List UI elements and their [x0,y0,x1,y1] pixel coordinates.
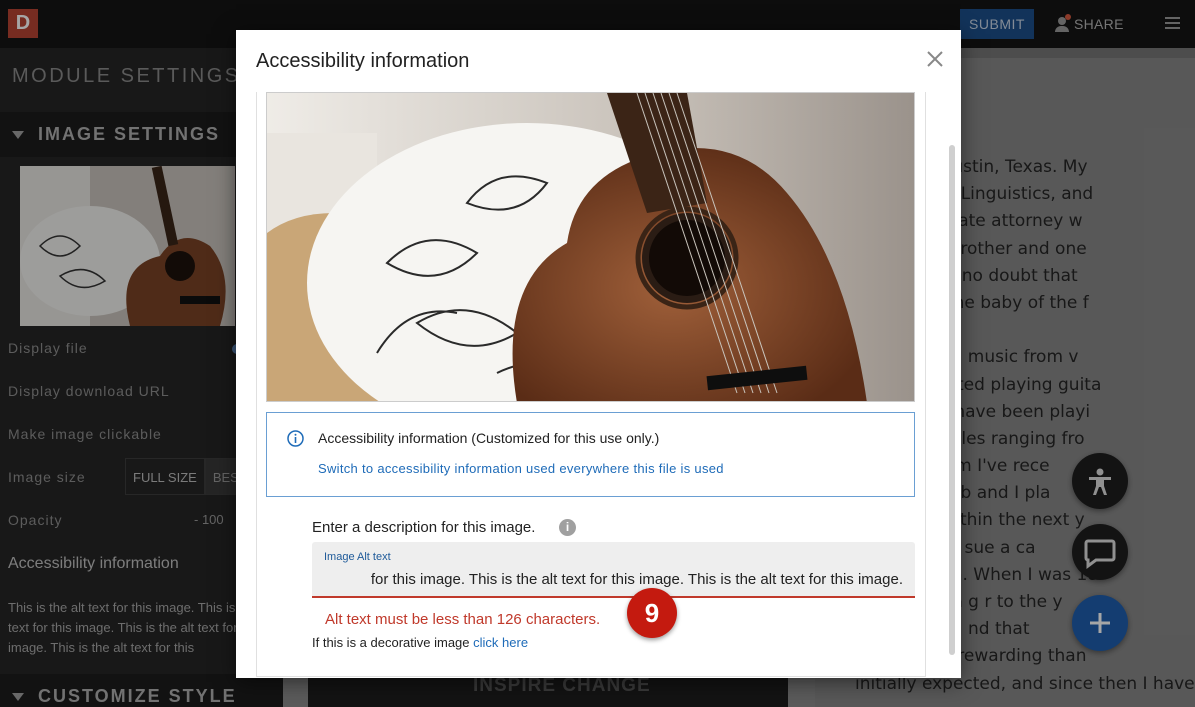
help-icon[interactable]: i [559,519,576,536]
step-badge: 9 [627,588,677,638]
close-icon[interactable] [924,48,946,70]
info-banner: Accessibility information (Customized fo… [266,412,915,497]
accessibility-modal: Accessibility information Accessibility … [236,30,961,678]
decorative-click-here-link[interactable]: click here [473,635,528,650]
scrollbar-thumb[interactable] [949,145,955,655]
guitar-photo [266,92,915,402]
error-message: Alt text must be less than 126 character… [325,611,601,628]
alt-text-field[interactable]: Image Alt text for this image. This is t… [312,542,915,598]
description-label: Enter a description for this image. [312,519,536,536]
modal-title: Accessibility information [256,50,470,72]
modal-scrollbar[interactable] [946,90,958,670]
alt-text-field-label: Image Alt text [324,551,391,563]
decorative-image-row: If this is a decorative image click here [312,635,528,650]
info-icon [287,430,304,447]
switch-accessibility-link[interactable]: Switch to accessibility information used… [318,461,724,476]
alt-text-input[interactable]: for this image. This is the alt text for… [371,571,903,588]
decorative-text: If this is a decorative image [312,635,470,650]
info-text: Accessibility information (Customized fo… [318,430,660,446]
